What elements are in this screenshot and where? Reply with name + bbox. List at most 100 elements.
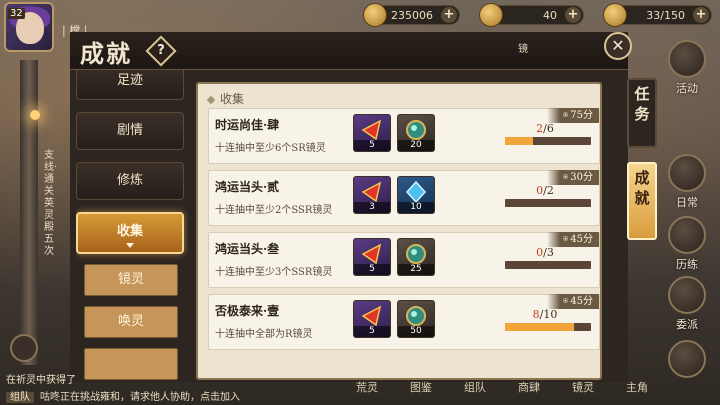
nav-sub-mirror-spirit[interactable]: 镜灵 xyxy=(84,264,178,296)
bell-icon: ⍟ xyxy=(562,235,569,245)
stamina-counter: 33/150 + xyxy=(603,3,712,27)
achievement-desc: 十连抽中至少6个SR镜灵 xyxy=(215,143,326,154)
achievement-list-panel: 收集 时运尚佳·肆 十连抽中至少6个SR镜灵 5 20 ⍟ 75分 2/6 鸿运… xyxy=(196,82,602,380)
bell-icon: ⍟ xyxy=(562,173,569,183)
reward-item[interactable]: 20 xyxy=(397,114,435,152)
progress-text: 8/10 xyxy=(532,308,558,321)
add-coin-button[interactable]: + xyxy=(441,7,457,23)
header-mark: 镜 xyxy=(518,44,528,55)
achievement-desc: 十连抽中全部为R镜灵 xyxy=(215,329,313,340)
nav-sub-next[interactable] xyxy=(84,348,178,380)
coin-icon xyxy=(363,3,387,27)
category-nav: 足迹 剧情 修炼 收集 镜灵 唤灵 xyxy=(76,70,188,382)
coin-counter: 235006 + xyxy=(363,3,460,27)
dialog-body: 足迹 剧情 修炼 收集 镜灵 唤灵 收集 时运尚佳·肆 十连抽中至少6个SR镜灵… xyxy=(70,70,628,382)
achievement-card: 否极泰来·壹 十连抽中全部为R镜灵 5 50 ⍟ 45分 8/10 xyxy=(208,294,600,350)
bottom-nav-item[interactable]: 图鉴 xyxy=(394,379,448,395)
reward-item[interactable]: 50 xyxy=(397,300,435,338)
side-quest-text[interactable]: 支线·通关英灵殿五次 xyxy=(44,150,58,258)
bottom-nav-item[interactable]: 组队 xyxy=(448,379,502,395)
reward-item[interactable]: 10 xyxy=(397,176,435,214)
green-orb-icon xyxy=(406,244,426,264)
progress-bar xyxy=(505,137,591,145)
gem-icon xyxy=(479,3,503,27)
activity-icon[interactable] xyxy=(668,40,706,78)
menu-icon[interactable] xyxy=(668,340,706,378)
reward-item[interactable]: 25 xyxy=(397,238,435,276)
progress-text: 0/2 xyxy=(536,184,554,197)
add-gem-button[interactable]: + xyxy=(565,7,581,23)
bottom-nav-item[interactable]: 荒灵 xyxy=(340,379,394,395)
dispatch-icon[interactable] xyxy=(668,276,706,314)
achievement-card: 鸿运当头·贰 十连抽中至少2个SSR镜灵 3 10 ⍟ 30分 0/2 xyxy=(208,170,600,226)
progress-text: 2/6 xyxy=(536,122,554,135)
chat-icon[interactable] xyxy=(10,334,38,362)
green-orb-icon xyxy=(406,120,426,140)
reward-item[interactable]: 5 xyxy=(353,300,391,338)
side-label-dispatch: 委派 xyxy=(676,318,698,331)
stamina-value: 33/150 xyxy=(646,8,685,22)
side-label-daily: 日常 xyxy=(676,196,698,209)
achievement-card: 时运尚佳·肆 十连抽中至少6个SR镜灵 5 20 ⍟ 75分 2/6 xyxy=(208,108,600,164)
reward-item[interactable]: 5 xyxy=(353,114,391,152)
side-label-activity: 活动 xyxy=(676,82,698,95)
dialog-title: 成就 xyxy=(80,39,132,68)
tab-task[interactable]: 任务 xyxy=(627,78,657,148)
achievement-title: 鸿运当头·贰 xyxy=(215,180,280,194)
achievement-desc: 十连抽中至少2个SSR镜灵 xyxy=(215,205,333,216)
achievement-title: 鸿运当头·叁 xyxy=(215,242,280,256)
side-label-training: 历练 xyxy=(676,258,698,271)
chat-message[interactable]: 组队 咕咚正在挑战雍和，请求他人协助，点击加入 xyxy=(6,388,240,403)
dialog-header: 成就 ? 镜 xyxy=(70,32,628,70)
achievement-dialog: 成就 ? 镜 ✕ 足迹 剧情 修炼 收集 镜灵 唤灵 收集 时运尚佳·肆 十连抽… xyxy=(70,32,632,382)
progress-fill xyxy=(505,137,534,145)
points-badge: ⍟ 45分 xyxy=(546,294,599,309)
nav-sub-summon[interactable]: 唤灵 xyxy=(84,306,178,338)
green-orb-icon xyxy=(406,306,426,326)
progress-bar xyxy=(505,261,591,269)
bottom-nav-item[interactable]: 镜灵 xyxy=(556,379,610,395)
player-avatar[interactable]: 32 xyxy=(4,2,54,52)
nav-item-footprint[interactable]: 足迹 xyxy=(76,70,184,100)
bottom-nav-item[interactable]: 商肆 xyxy=(502,379,556,395)
training-icon[interactable] xyxy=(668,216,706,254)
bottom-nav-item[interactable]: 主角 xyxy=(610,379,664,395)
red-ticket-icon xyxy=(361,243,382,265)
achievement-desc: 十连抽中至少3个SSR镜灵 xyxy=(215,267,333,278)
gem-value: 40 xyxy=(543,8,557,22)
progress-bar xyxy=(505,199,591,207)
progress-bar xyxy=(505,323,591,331)
blue-crystal-icon xyxy=(405,180,427,204)
progress-text: 0/3 xyxy=(536,246,554,259)
points-badge: ⍟ 45分 xyxy=(546,232,599,247)
help-icon[interactable]: ? xyxy=(145,35,177,67)
progress-fill xyxy=(505,323,574,331)
bell-icon: ⍟ xyxy=(562,111,569,121)
bottom-nav: 荒灵 图鉴 组队 商肆 镜灵 主角 xyxy=(340,379,664,395)
background-pillar xyxy=(20,60,38,365)
achievement-title: 时运尚佳·肆 xyxy=(215,118,280,132)
level-badge: 32 xyxy=(8,8,25,19)
red-ticket-icon xyxy=(361,181,382,203)
achievement-card: 鸿运当头·叁 十连抽中至少3个SSR镜灵 5 25 ⍟ 45分 0/3 xyxy=(208,232,600,288)
nav-item-story[interactable]: 剧情 xyxy=(76,112,184,150)
points-badge: ⍟ 30分 xyxy=(546,170,599,185)
coin-value: 235006 xyxy=(391,8,433,22)
nav-item-training[interactable]: 修炼 xyxy=(76,162,184,200)
reward-item[interactable]: 3 xyxy=(353,176,391,214)
points-badge: ⍟ 75分 xyxy=(546,108,599,123)
tab-achievement[interactable]: 成就 xyxy=(627,162,657,240)
add-stamina-button[interactable]: + xyxy=(693,7,709,23)
chat-previous-line: 在祈灵中获得了 xyxy=(6,375,76,386)
stamina-icon xyxy=(603,3,627,27)
daily-icon[interactable] xyxy=(668,154,706,192)
bell-icon: ⍟ xyxy=(562,297,569,307)
nav-item-collection[interactable]: 收集 xyxy=(76,212,184,254)
section-header: 收集 xyxy=(206,90,244,107)
gem-counter: 40 + xyxy=(479,3,584,27)
chat-tag: 组队 xyxy=(6,392,34,403)
achievement-title: 否极泰来·壹 xyxy=(215,304,280,318)
close-button[interactable]: ✕ xyxy=(604,32,632,60)
top-bar: 32 | 樘 | 235006 + 40 + 33/150 + xyxy=(0,0,720,52)
reward-item[interactable]: 5 xyxy=(353,238,391,276)
